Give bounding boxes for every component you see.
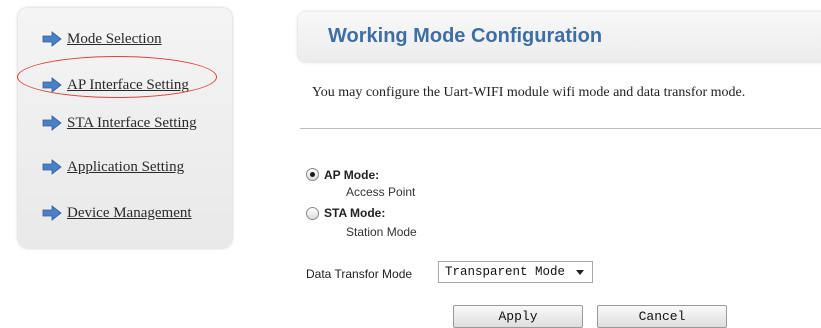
sidebar: Mode Selection AP Interface Setting STA …	[18, 8, 232, 248]
ap-mode-subtitle: Access Point	[346, 185, 416, 199]
highlight-annotation-ring	[17, 56, 217, 98]
cancel-button[interactable]: Cancel	[597, 305, 727, 328]
sidebar-item-sta-interface-setting[interactable]: STA Interface Setting	[42, 112, 197, 134]
page-header: Working Mode Configuration	[298, 12, 821, 62]
page-title: Working Mode Configuration	[328, 25, 603, 47]
select-value: Transparent Mode	[445, 265, 566, 279]
sidebar-item-label: Application Setting	[67, 158, 185, 175]
arrow-right-icon	[42, 205, 62, 221]
arrow-right-icon	[42, 31, 62, 47]
sidebar-item-mode-selection[interactable]: Mode Selection	[42, 28, 162, 50]
sidebar-item-label: Mode Selection	[67, 30, 162, 47]
sidebar-item-label: Device Management	[67, 204, 192, 221]
sta-mode-label: STA Mode:	[324, 206, 386, 220]
sidebar-item-application-setting[interactable]: Application Setting	[42, 156, 184, 178]
sidebar-item-device-management[interactable]: Device Management	[42, 202, 192, 224]
ap-mode-radio[interactable]	[306, 168, 319, 181]
sidebar-item-label: STA Interface Setting	[67, 114, 197, 131]
divider	[300, 128, 821, 129]
arrow-right-icon	[42, 159, 62, 175]
apply-button[interactable]: Apply	[453, 305, 583, 328]
sta-mode-subtitle: Station Mode	[346, 225, 417, 239]
sta-mode-radio[interactable]	[306, 207, 319, 220]
ap-mode-label: AP Mode:	[324, 168, 380, 182]
chevron-down-icon	[576, 270, 584, 275]
data-transfer-mode-label: Data Transfor Mode	[306, 267, 413, 281]
arrow-right-icon	[42, 115, 62, 131]
page-description: You may configure the Uart-WIFI module w…	[312, 85, 746, 100]
data-transfer-mode-select[interactable]: Transparent Mode	[438, 261, 593, 283]
